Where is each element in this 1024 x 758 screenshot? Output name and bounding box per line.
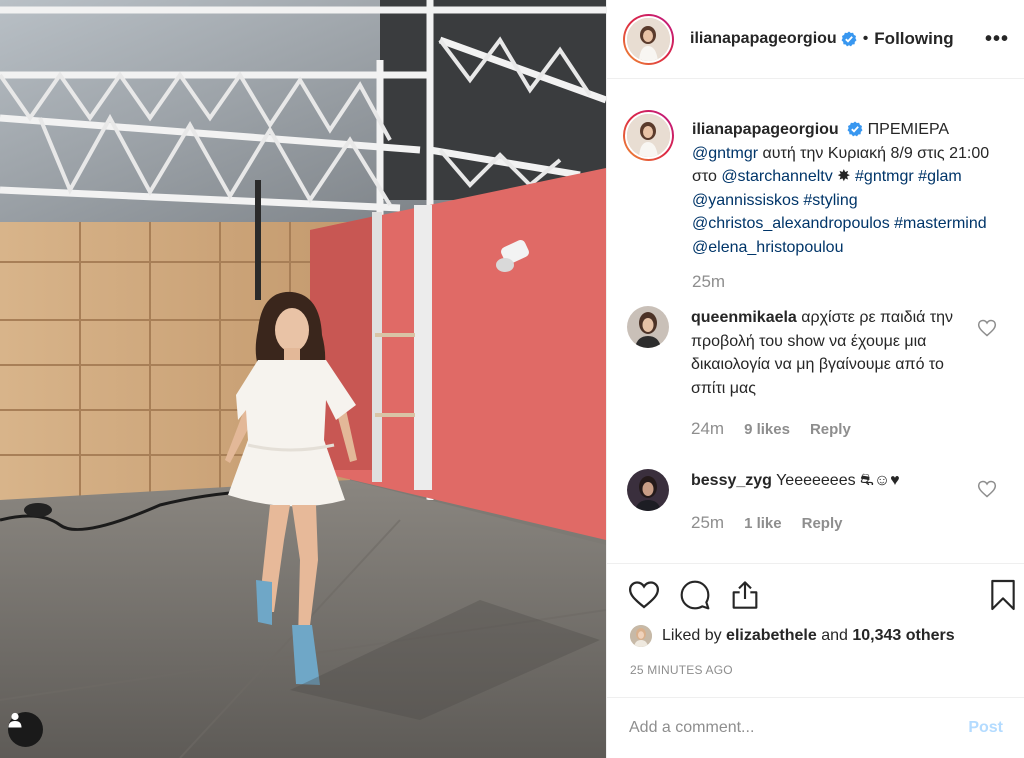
following-button[interactable]: Following <box>874 29 953 49</box>
commenter-username[interactable]: bessy_zyg <box>691 472 772 489</box>
post-side-panel: ilianapapageorgiou • Following ••• ilian… <box>606 0 1024 758</box>
add-comment-bar: Post <box>607 697 1024 758</box>
likes-count[interactable]: 10,343 others <box>852 627 954 644</box>
caption-timestamp[interactable]: 25m <box>692 272 725 292</box>
caption-link[interactable]: #glam <box>918 168 962 185</box>
caption-text-segment: ✸ <box>832 168 856 185</box>
share-icon[interactable] <box>729 579 761 611</box>
comment-meta: 25m 1 like Reply <box>691 513 842 533</box>
comment-input[interactable] <box>629 719 969 737</box>
user-tag-icon <box>8 712 22 728</box>
commenter-username[interactable]: queenmikaela <box>691 309 797 326</box>
bookmark-icon[interactable] <box>989 579 1017 611</box>
comment-text: bessy_zyg Yeeeeeees ⛐☺♥ <box>691 469 971 493</box>
verified-badge-icon <box>841 31 857 47</box>
comment-icon[interactable] <box>679 579 711 611</box>
comment-time[interactable]: 25m <box>691 513 724 533</box>
liker-avatar[interactable] <box>630 625 652 647</box>
post-actions: Liked by elizabethele and 10,343 others … <box>607 563 1024 696</box>
caption-username[interactable]: ilianapapageorgiou <box>692 121 839 138</box>
instagram-post: ilianapapageorgiou • Following ••• ilian… <box>0 0 1024 758</box>
commenter-avatar[interactable] <box>627 469 669 511</box>
photo-scene <box>0 0 606 758</box>
caption-avatar[interactable] <box>623 110 674 161</box>
likes-text[interactable]: Liked by elizabethele and 10,343 others <box>662 627 955 645</box>
comment-text: queenmikaela αρχίστε ρε παιδιά την προβο… <box>691 306 971 400</box>
comment-likes[interactable]: 9 likes <box>744 421 790 438</box>
caption-link[interactable]: @elena_hristopoulou <box>692 239 843 256</box>
post-comment-button[interactable]: Post <box>968 719 1003 737</box>
post-time-ago[interactable]: 25 MINUTES AGO <box>630 663 733 677</box>
comments-list: ilianapapageorgiou ΠΡΕΜΙΕΡΑ @gntmgr αυτή… <box>607 80 1024 563</box>
verified-badge-icon <box>847 121 863 137</box>
comment-meta: 24m 9 likes Reply <box>691 419 851 439</box>
caption-link[interactable]: @starchanneltv <box>721 168 832 185</box>
caption-text: ilianapapageorgiou ΠΡΕΜΙΕΡΑ @gntmgr αυτή… <box>692 118 1002 259</box>
reply-button[interactable]: Reply <box>810 421 851 438</box>
caption-link[interactable]: #gntmgr <box>855 168 914 185</box>
comment-time[interactable]: 24m <box>691 419 724 439</box>
comment-likes[interactable]: 1 like <box>744 515 782 532</box>
caption-body: ΠΡΕΜΙΕΡΑ @gntmgr αυτή την Κυριακή 8/9 στ… <box>692 121 989 256</box>
author-username[interactable]: ilianapapageorgiou <box>690 30 837 48</box>
author-avatar[interactable] <box>623 13 674 65</box>
post-header: ilianapapageorgiou • Following ••• <box>607 0 1024 79</box>
caption-text-segment: ΠΡΕΜΙΕΡΑ <box>867 121 949 138</box>
caption-link[interactable]: @gntmgr <box>692 145 758 162</box>
comment-like-heart-icon[interactable] <box>977 318 997 338</box>
commenter-avatar[interactable] <box>627 306 669 348</box>
caption-link[interactable]: @christos_alexandropoulos <box>692 215 890 232</box>
reply-button[interactable]: Reply <box>802 515 843 532</box>
liker-username[interactable]: elizabethele <box>726 627 817 644</box>
caption-link[interactable]: #styling <box>803 192 857 209</box>
caption-link[interactable]: #mastermind <box>894 215 986 232</box>
comment-body: Yeeeeeees ⛐☺♥ <box>776 472 900 489</box>
likes-summary: Liked by elizabethele and 10,343 others <box>630 625 955 647</box>
post-photo[interactable] <box>0 0 606 758</box>
comment-like-heart-icon[interactable] <box>977 479 997 499</box>
tagged-users-button[interactable] <box>8 712 43 747</box>
more-options-icon[interactable]: ••• <box>982 24 1012 54</box>
caption-link[interactable]: @yannissiskos <box>692 192 799 209</box>
header-separator: • <box>862 30 869 47</box>
heart-icon[interactable] <box>627 578 661 612</box>
